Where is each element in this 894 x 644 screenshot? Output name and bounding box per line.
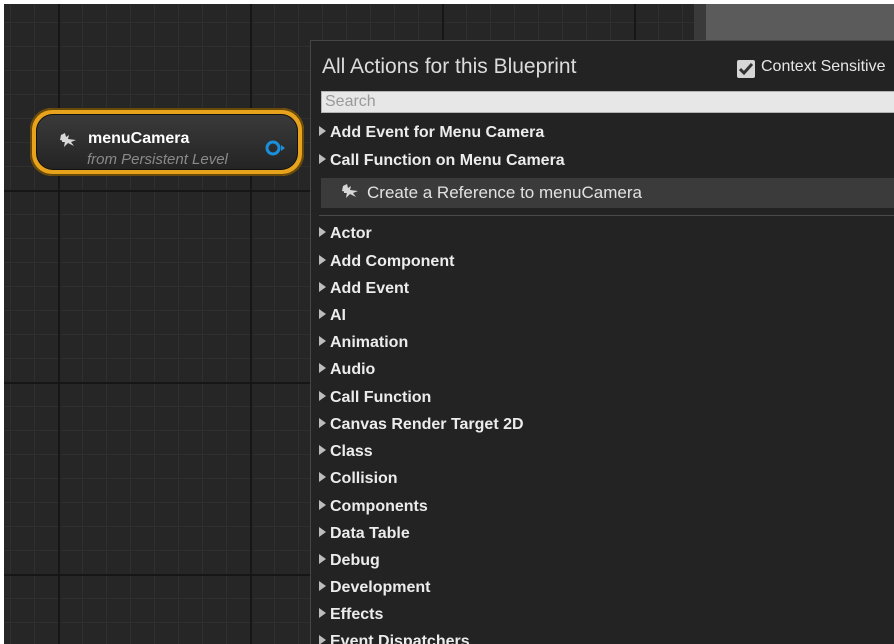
object-reference-pin-icon[interactable]: [264, 139, 286, 157]
category-effects[interactable]: Effects: [319, 606, 383, 630]
category-label: AI: [330, 307, 346, 324]
category-label: Debug: [330, 552, 380, 569]
expand-arrow-icon: [319, 581, 326, 592]
search-input[interactable]: [321, 91, 894, 113]
category-animation[interactable]: Animation: [319, 334, 408, 358]
camera-actor-icon: [342, 184, 358, 198]
category-data-table[interactable]: Data Table: [319, 525, 410, 549]
node-subtitle: from Persistent Level: [87, 151, 228, 168]
menu-item-call-function-on-menu-camera[interactable]: Call Function on Menu Camera: [319, 152, 565, 176]
menu-item-create-reference[interactable]: Create a Reference to menuCamera: [321, 178, 894, 208]
category-add-event[interactable]: Add Event: [319, 280, 409, 304]
expand-arrow-icon: [319, 554, 326, 565]
expand-arrow-icon: [319, 154, 326, 165]
node-title: menuCamera: [88, 130, 190, 147]
category-label: Class: [330, 443, 373, 460]
expand-arrow-icon: [319, 500, 326, 511]
context-sensitive-checkbox[interactable]: [737, 60, 755, 78]
all-actions-menu: All Actions for this Blueprint Context S…: [310, 40, 894, 644]
category-label: Event Dispatchers: [330, 633, 470, 644]
category-label: Development: [330, 579, 431, 596]
expand-arrow-icon: [319, 635, 326, 644]
category-event-dispatchers[interactable]: Event Dispatchers: [319, 633, 470, 644]
category-label: Collision: [330, 470, 398, 487]
checkmark-icon: [739, 63, 753, 76]
category-components[interactable]: Components: [319, 498, 428, 522]
camera-actor-icon: [60, 133, 76, 147]
blueprint-graph-editor: menuCamera from Persistent Level All Act…: [4, 4, 894, 644]
expand-arrow-icon: [319, 227, 326, 238]
category-label: Animation: [330, 334, 409, 351]
category-label: Canvas Render Target 2D: [330, 416, 524, 433]
node-body: menuCamera from Persistent Level: [36, 114, 298, 170]
expand-arrow-icon: [319, 445, 326, 456]
category-ai[interactable]: AI: [319, 307, 346, 331]
category-label: Data Table: [330, 525, 410, 542]
menu-item-label: Call Function on Menu Camera: [330, 152, 565, 169]
expand-arrow-icon: [319, 608, 326, 619]
expand-arrow-icon: [319, 336, 326, 347]
category-collision[interactable]: Collision: [319, 470, 398, 494]
expand-arrow-icon: [319, 282, 326, 293]
expand-arrow-icon: [319, 527, 326, 538]
menu-title: All Actions for this Blueprint: [322, 55, 577, 78]
expand-arrow-icon: [319, 363, 326, 374]
expand-arrow-icon: [319, 472, 326, 483]
category-actor[interactable]: Actor: [319, 225, 372, 249]
category-class[interactable]: Class: [319, 443, 373, 467]
category-add-component[interactable]: Add Component: [319, 253, 454, 277]
category-label: Audio: [330, 361, 376, 378]
expand-arrow-icon: [319, 391, 326, 402]
expand-arrow-icon: [319, 126, 326, 137]
menu-camera-node[interactable]: menuCamera from Persistent Level: [30, 108, 304, 176]
expand-arrow-icon: [319, 418, 326, 429]
expand-arrow-icon: [319, 309, 326, 320]
menu-item-add-event-for-menu-camera[interactable]: Add Event for Menu Camera: [319, 124, 544, 148]
divider: [319, 215, 894, 216]
category-label: Components: [330, 498, 428, 515]
category-debug[interactable]: Debug: [319, 552, 380, 576]
category-label: Add Component: [330, 253, 455, 270]
category-audio[interactable]: Audio: [319, 361, 375, 385]
category-call-function[interactable]: Call Function: [319, 389, 431, 413]
context-sensitive-label[interactable]: Context Sensitive: [761, 58, 886, 76]
category-label: Call Function: [330, 389, 432, 406]
category-label: Effects: [330, 606, 384, 623]
category-label: Add Event: [330, 280, 410, 297]
category-label: Actor: [330, 225, 372, 242]
menu-item-label: Create a Reference to menuCamera: [367, 183, 642, 202]
menu-header: All Actions for this Blueprint Context S…: [311, 41, 894, 87]
menu-item-label: Add Event for Menu Camera: [330, 124, 545, 141]
category-development[interactable]: Development: [319, 579, 430, 603]
expand-arrow-icon: [319, 255, 326, 266]
category-canvas-render-target-2d[interactable]: Canvas Render Target 2D: [319, 416, 524, 440]
